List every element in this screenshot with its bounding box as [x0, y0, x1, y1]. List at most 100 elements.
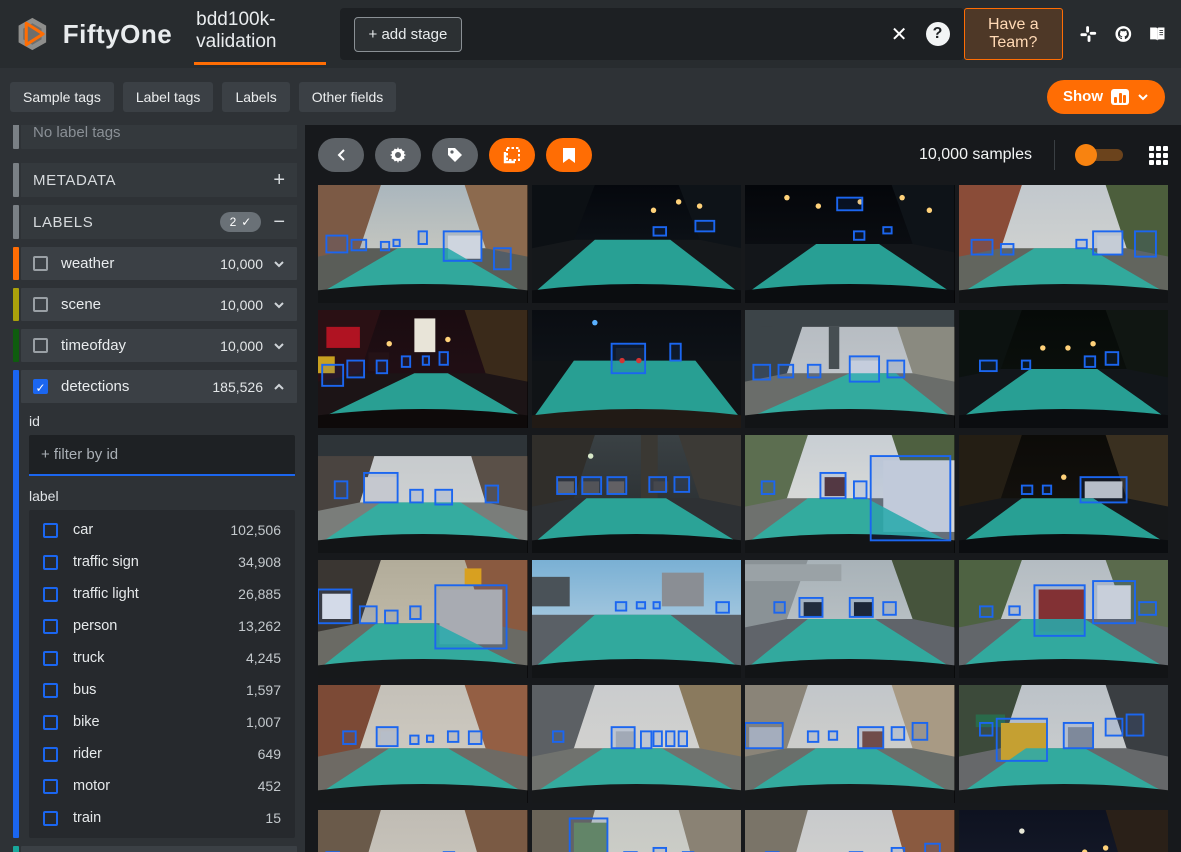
- sample-image[interactable]: [745, 435, 955, 553]
- class-count: 102,506: [230, 522, 281, 538]
- help-icon[interactable]: ?: [926, 22, 950, 46]
- field-count: 10,000: [220, 297, 263, 313]
- class-row-person[interactable]: person 13,262: [29, 610, 295, 642]
- metadata-expand-icon[interactable]: +: [273, 169, 285, 192]
- chevron-icon[interactable]: [273, 301, 285, 309]
- class-checkbox[interactable]: [43, 811, 58, 826]
- show-dropdown-button[interactable]: Show: [1047, 80, 1165, 114]
- sample-image[interactable]: [318, 185, 528, 303]
- sidebar-field-scene[interactable]: scene 10,000: [13, 288, 297, 321]
- field-tab-sample-tags[interactable]: Sample tags: [10, 82, 114, 112]
- sample-image[interactable]: [532, 685, 742, 803]
- labels-collapse-icon[interactable]: −: [273, 211, 285, 234]
- sidebar-field-weather[interactable]: weather 10,000: [13, 247, 297, 280]
- class-checkbox[interactable]: [43, 715, 58, 730]
- class-checkbox[interactable]: [43, 555, 58, 570]
- slack-icon[interactable]: [1079, 21, 1098, 47]
- settings-button[interactable]: [375, 138, 421, 172]
- chevron-down-icon: [1137, 93, 1149, 101]
- field-name: detections: [61, 378, 129, 395]
- close-icon[interactable]: ✕: [891, 22, 908, 47]
- github-icon[interactable]: [1114, 21, 1133, 47]
- have-a-team-button[interactable]: Have a Team?: [964, 8, 1064, 60]
- field-checkbox[interactable]: ✓: [33, 379, 48, 394]
- sample-image[interactable]: [532, 435, 742, 553]
- field-tabs-bar: Sample tagsLabel tagsLabelsOther fields …: [0, 68, 1181, 125]
- field-accent-bar: [13, 846, 19, 852]
- class-row-rider[interactable]: rider 649: [29, 738, 295, 770]
- dataset-name[interactable]: bdd100k-validation: [194, 3, 325, 65]
- sample-image[interactable]: [959, 310, 1169, 428]
- chevron-icon[interactable]: [273, 260, 285, 268]
- sample-image[interactable]: [959, 185, 1169, 303]
- class-checkbox[interactable]: [43, 683, 58, 698]
- chevron-icon[interactable]: [273, 383, 285, 391]
- sample-image[interactable]: [959, 685, 1169, 803]
- class-row-traffic-light[interactable]: traffic light 26,885: [29, 578, 295, 610]
- sample-image[interactable]: [959, 435, 1169, 553]
- sidebar-field-timeofday[interactable]: timeofday 10,000: [13, 329, 297, 362]
- sample-image[interactable]: [318, 810, 528, 852]
- class-row-car[interactable]: car 102,506: [29, 514, 295, 546]
- field-count: 10,000: [220, 338, 263, 354]
- field-checkbox[interactable]: [33, 338, 48, 353]
- sample-image[interactable]: [318, 435, 528, 553]
- class-checkbox[interactable]: [43, 651, 58, 666]
- field-tab-labels[interactable]: Labels: [222, 82, 289, 112]
- sample-image[interactable]: [318, 310, 528, 428]
- class-row-motor[interactable]: motor 452: [29, 770, 295, 802]
- docs-book-icon[interactable]: [1148, 21, 1167, 47]
- filter-by-id-input[interactable]: [29, 435, 295, 476]
- field-tab-other-fields[interactable]: Other fields: [299, 82, 397, 112]
- tag-icon: [446, 146, 464, 164]
- sample-image[interactable]: [318, 685, 528, 803]
- field-checkbox[interactable]: [33, 256, 48, 271]
- grid-view-icon[interactable]: [1149, 146, 1168, 165]
- class-checkbox[interactable]: [43, 619, 58, 634]
- class-checkbox[interactable]: [43, 779, 58, 794]
- field-checkbox[interactable]: [33, 297, 48, 312]
- class-count: 1,597: [246, 682, 281, 698]
- sample-image[interactable]: [745, 685, 955, 803]
- back-button[interactable]: [318, 138, 364, 172]
- field-accent-bar: [13, 370, 19, 838]
- field-count: 10,000: [220, 256, 263, 272]
- slider-knob[interactable]: [1075, 144, 1097, 166]
- sample-image[interactable]: [532, 810, 742, 852]
- chevron-icon[interactable]: [273, 342, 285, 350]
- chevron-left-icon: [336, 148, 346, 162]
- class-row-bus[interactable]: bus 1,597: [29, 674, 295, 706]
- patches-button[interactable]: [489, 138, 535, 172]
- sample-image[interactable]: [959, 810, 1169, 852]
- sample-image[interactable]: [532, 560, 742, 678]
- app-title: FiftyOne: [63, 19, 172, 50]
- class-row-traffic-sign[interactable]: traffic sign 34,908: [29, 546, 295, 578]
- sample-image[interactable]: [745, 185, 955, 303]
- bookmark-button[interactable]: [546, 138, 592, 172]
- class-count: 15: [265, 810, 281, 826]
- labels-section[interactable]: LABELS 2✓ −: [13, 205, 297, 239]
- sample-image[interactable]: [532, 310, 742, 428]
- sample-image[interactable]: [532, 185, 742, 303]
- class-checkbox[interactable]: [43, 523, 58, 538]
- sample-image[interactable]: [745, 810, 955, 852]
- class-row-bike[interactable]: bike 1,007: [29, 706, 295, 738]
- sample-image[interactable]: [745, 560, 955, 678]
- stage-search-bar[interactable]: + add stage ✕ ?: [340, 8, 964, 60]
- sidebar-field-polylines[interactable]: ✓ polylines 93,711: [13, 846, 297, 852]
- metadata-section[interactable]: METADATA +: [13, 163, 297, 197]
- sample-image[interactable]: [959, 560, 1169, 678]
- tag-samples-button[interactable]: [432, 138, 478, 172]
- top-bar: FiftyOne bdd100k-validation + add stage …: [0, 0, 1181, 68]
- sample-image[interactable]: [318, 560, 528, 678]
- grid-size-slider[interactable]: [1077, 149, 1123, 161]
- class-count: 1,007: [246, 714, 281, 730]
- class-checkbox[interactable]: [43, 747, 58, 762]
- sidebar-field-detections[interactable]: ✓ detections 185,526 id label car 102,50…: [13, 370, 297, 838]
- class-checkbox[interactable]: [43, 587, 58, 602]
- add-stage-button[interactable]: + add stage: [354, 17, 463, 52]
- class-row-truck[interactable]: truck 4,245: [29, 642, 295, 674]
- class-row-train[interactable]: train 15: [29, 802, 295, 834]
- sample-image[interactable]: [745, 310, 955, 428]
- field-tab-label-tags[interactable]: Label tags: [123, 82, 214, 112]
